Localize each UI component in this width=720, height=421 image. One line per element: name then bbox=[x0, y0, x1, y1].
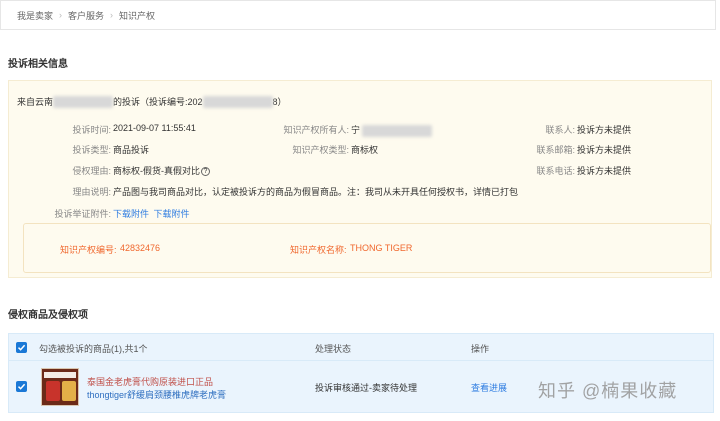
view-progress-link[interactable]: 查看进展 bbox=[471, 381, 507, 394]
select-goods-label: 勾选被投诉的商品(1),共1个 bbox=[39, 344, 148, 354]
ip-number-value: 42832476 bbox=[120, 243, 161, 253]
goods-section-title: 侵权商品及侵权项 bbox=[8, 310, 88, 321]
row-checkbox[interactable] bbox=[16, 381, 27, 392]
complaint-type-value: 商品投诉 bbox=[113, 145, 150, 155]
reason-explain-value: 产品图与我司商品对比，认定被投诉方的商品为假冒商品。注：我司从未开具任何授权书，… bbox=[113, 187, 519, 197]
complaint-type-label: 投诉类型: bbox=[72, 145, 111, 155]
ip-type-value: 商标权 bbox=[351, 145, 379, 155]
contact-label: 联系人: bbox=[545, 125, 575, 135]
ip-type-label: 知识产权类型: bbox=[292, 145, 349, 155]
ip-name-value: THONG TIGER bbox=[350, 243, 413, 253]
infringement-reason-label: 侵权理由: bbox=[72, 166, 111, 176]
contact-email-label: 联系邮箱: bbox=[536, 145, 575, 155]
evidence-attachment-label: 投诉举证附件: bbox=[54, 209, 111, 219]
complaint-from-line: 来自云南 的投诉（投诉编号:202 8） bbox=[17, 95, 287, 108]
breadcrumb-item-seller[interactable]: 我是卖家 bbox=[17, 9, 53, 22]
product-title-line1[interactable]: 泰国金老虎膏代购原装进口正品 bbox=[87, 375, 213, 388]
ip-name-label: 知识产权名称: bbox=[290, 245, 347, 255]
download-attachment-link-1[interactable]: 下载附件 bbox=[113, 209, 149, 219]
redacted-name bbox=[53, 95, 114, 108]
product-thumbnail[interactable] bbox=[41, 368, 79, 406]
complaint-section-title: 投诉相关信息 bbox=[8, 59, 68, 70]
select-all-checkbox[interactable] bbox=[16, 342, 27, 353]
help-icon[interactable]: ? bbox=[201, 167, 210, 177]
ip-number-label: 知识产权编号: bbox=[60, 245, 117, 255]
evidence-attachment-links: 下载附件 下载附件 bbox=[113, 207, 190, 220]
action-column-header: 操作 bbox=[471, 344, 490, 354]
ip-info-box: 知识产权编号: 42832476 知识产权名称: THONG TIGER bbox=[23, 223, 711, 273]
complaint-number-suffix: 8） bbox=[272, 97, 287, 107]
from-prefix: 来自云南 bbox=[17, 97, 54, 107]
product-title-line2[interactable]: thongtiger舒缓肩颈腰椎虎牌老虎膏 bbox=[87, 388, 226, 401]
zhihu-watermark: 知乎 @楠果收藏 bbox=[538, 381, 678, 401]
breadcrumb-separator: › bbox=[110, 10, 114, 20]
reason-explain-label: 理由说明: bbox=[72, 187, 111, 197]
ip-owner-value: 宁 bbox=[351, 123, 433, 137]
redacted-owner bbox=[362, 124, 433, 137]
contact-phone-label: 联系电话: bbox=[536, 166, 575, 176]
redacted-number bbox=[202, 95, 273, 108]
contact-phone-value: 投诉方未提供 bbox=[577, 166, 632, 176]
breadcrumb-item-ip: 知识产权 bbox=[119, 10, 156, 21]
complaint-number-prefix: 的投诉（投诉编号:202 bbox=[113, 97, 203, 107]
contact-value: 投诉方未提供 bbox=[577, 125, 632, 135]
ip-owner-label: 知识产权所有人: bbox=[283, 125, 349, 135]
complaint-time-value: 2021-09-07 11:55:41 bbox=[113, 123, 196, 133]
contact-email-value: 投诉方未提供 bbox=[577, 145, 632, 155]
complaint-info-panel: 来自云南 的投诉（投诉编号:202 8） 投诉时间: 2021-09-07 11… bbox=[8, 80, 712, 278]
goods-table-header: 勾选被投诉的商品(1),共1个 处理状态 操作 bbox=[8, 333, 714, 361]
breadcrumb-item-service[interactable]: 客户服务 bbox=[68, 9, 104, 22]
breadcrumb-separator: › bbox=[59, 10, 63, 20]
status-column-header: 处理状态 bbox=[315, 344, 352, 354]
download-attachment-link-2[interactable]: 下载附件 bbox=[154, 209, 190, 219]
complaint-time-label: 投诉时间: bbox=[72, 125, 111, 135]
breadcrumb: 我是卖家 › 客户服务 › 知识产权 bbox=[0, 0, 716, 30]
infringement-reason-value: 商标权-假货-真假对比? bbox=[113, 164, 210, 177]
process-status: 投诉审核通过-卖家待处理 bbox=[315, 383, 417, 393]
